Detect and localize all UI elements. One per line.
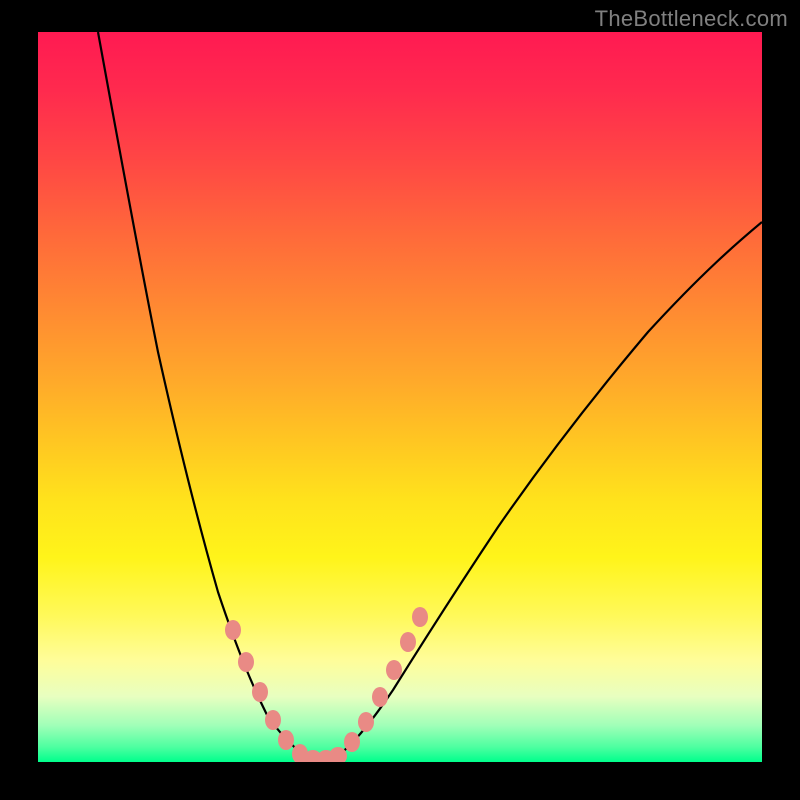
left-curve-path: [98, 32, 310, 759]
plot-area: [38, 32, 762, 762]
watermark-text: TheBottleneck.com: [595, 6, 788, 32]
curve-overlay: [38, 32, 762, 762]
chart-container: TheBottleneck.com: [0, 0, 800, 800]
